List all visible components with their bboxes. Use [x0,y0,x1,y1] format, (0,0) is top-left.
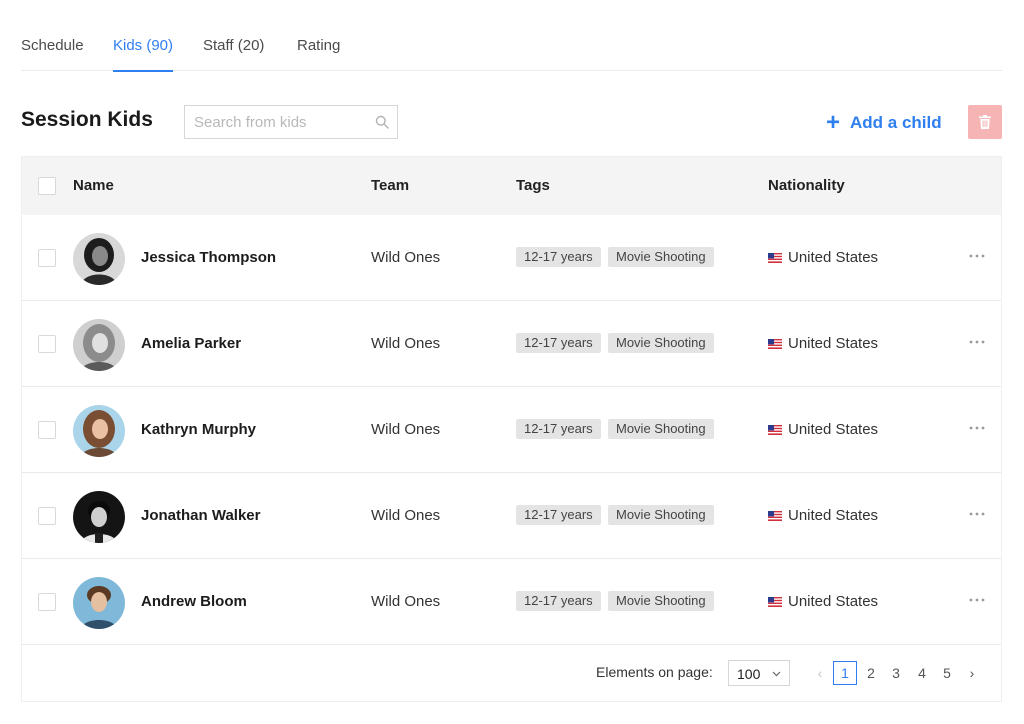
kid-name[interactable]: Andrew Bloom [141,593,247,610]
search-icon[interactable] [375,115,389,129]
more-options-icon[interactable] [966,245,988,267]
table-row[interactable]: Jessica Thompson Wild Ones 12-17 years M… [22,215,1001,301]
us-flag-icon [768,424,782,435]
row-checkbox[interactable] [38,593,56,611]
tag-activity: Movie Shooting [608,591,714,611]
tag-age: 12-17 years [516,591,601,611]
avatar [73,319,125,371]
more-options-icon[interactable] [966,331,988,353]
more-options-icon[interactable] [966,503,988,525]
nationality-label: United States [788,249,879,266]
kid-team: Wild Ones [371,593,441,610]
tab-staff[interactable]: Staff (20) [203,37,264,71]
table-row[interactable]: Amelia Parker Wild Ones 12-17 years Movi… [22,301,1001,387]
table-row[interactable]: Andrew Bloom Wild Ones 12-17 years Movie… [22,559,1001,645]
plus-icon: + [826,109,841,136]
us-flag-icon [768,596,782,607]
page-title: Session Kids [21,108,153,131]
avatar [73,491,125,543]
kid-name[interactable]: Kathryn Murphy [141,421,256,438]
kid-name[interactable]: Jessica Thompson [141,249,276,266]
select-all-checkbox[interactable] [38,177,56,195]
kid-team: Wild Ones [371,421,441,438]
column-header-nationality[interactable]: Nationality [768,177,845,194]
tag-age: 12-17 years [516,247,601,267]
table-row[interactable]: Jonathan Walker Wild Ones 12-17 years Mo… [22,473,1001,559]
kid-nationality: United States [768,507,878,524]
add-child-label: Add a child [850,113,942,132]
page-4-button[interactable]: 4 [910,661,934,685]
avatar [73,577,125,629]
search-box [184,105,398,139]
kid-name[interactable]: Jonathan Walker [141,507,260,524]
tag-activity: Movie Shooting [608,333,714,353]
tag-activity: Movie Shooting [608,247,714,267]
tab-bar: Schedule Kids (90) Staff (20) Rating [21,0,1002,72]
table-row[interactable]: Kathryn Murphy Wild Ones 12-17 years Mov… [22,387,1001,473]
kid-nationality: United States [768,335,878,352]
us-flag-icon [768,338,782,349]
tab-schedule[interactable]: Schedule [21,37,84,71]
nationality-label: United States [788,335,879,352]
page-size-value: 100 [737,666,761,682]
kids-table: Name Team Tags Nationality Jessica Thomp… [21,156,1002,702]
us-flag-icon [768,510,782,521]
us-flag-icon [768,252,782,263]
tag-activity: Movie Shooting [608,505,714,525]
nationality-label: United States [788,507,879,524]
nationality-label: United States [788,593,879,610]
delete-button[interactable] [968,105,1002,139]
chevron-down-icon [772,671,781,677]
prev-page-button[interactable]: ‹ [812,661,828,685]
kid-name[interactable]: Amelia Parker [141,335,241,352]
search-input[interactable] [185,106,397,138]
kid-nationality: United States [768,421,878,438]
next-page-button[interactable]: › [964,661,980,685]
tag-age: 12-17 years [516,419,601,439]
nationality-label: United States [788,421,879,438]
page-2-button[interactable]: 2 [859,661,883,685]
column-header-tags[interactable]: Tags [516,177,550,194]
tab-kids[interactable]: Kids (90) [113,37,174,72]
avatar [73,233,125,285]
table-footer: Elements on page: 100 ‹ 1 2 3 4 5 › [22,644,1001,702]
row-checkbox[interactable] [38,249,56,267]
column-header-name[interactable]: Name [73,177,114,194]
add-child-button[interactable]: + Add a child [826,111,942,135]
kid-team: Wild Ones [371,507,441,524]
kid-team: Wild Ones [371,335,441,352]
tag-age: 12-17 years [516,333,601,353]
page-3-button[interactable]: 3 [884,661,908,685]
tag-activity: Movie Shooting [608,419,714,439]
row-checkbox[interactable] [38,507,56,525]
more-options-icon[interactable] [966,589,988,611]
more-options-icon[interactable] [966,417,988,439]
page-5-button[interactable]: 5 [935,661,959,685]
avatar [73,405,125,457]
elements-on-page-label: Elements on page: [596,664,713,680]
row-checkbox[interactable] [38,421,56,439]
kid-nationality: United States [768,593,878,610]
kid-team: Wild Ones [371,249,441,266]
tag-age: 12-17 years [516,505,601,525]
row-checkbox[interactable] [38,335,56,353]
trash-icon [979,115,991,129]
column-header-team[interactable]: Team [371,177,409,194]
tab-rating[interactable]: Rating [297,37,340,71]
page-size-select[interactable]: 100 [728,660,790,686]
page-1-button[interactable]: 1 [833,661,857,685]
table-header: Name Team Tags Nationality [22,157,1001,215]
kid-nationality: United States [768,249,878,266]
